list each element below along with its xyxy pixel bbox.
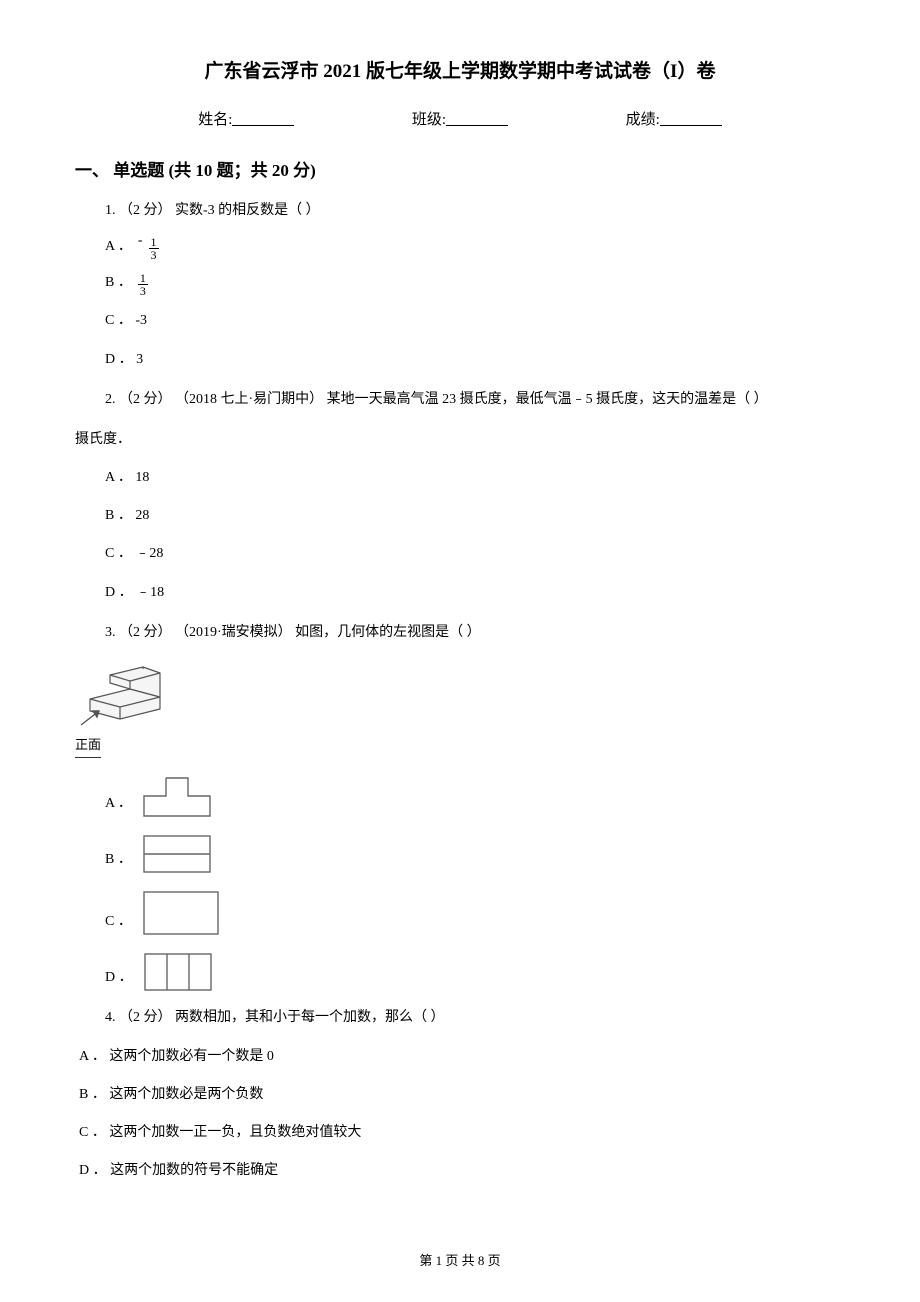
question-2: 2. （2 分） （2018 七上·易门期中） 某地一天最高气温 23 摄氏度，…	[105, 384, 845, 416]
q2-option-b: B ． 28	[105, 500, 845, 532]
page-footer: 第 1 页 共 8 页	[0, 1249, 920, 1272]
q3-figure-block: 正面	[75, 659, 845, 758]
option-label: A ．	[105, 788, 132, 820]
q4-stem: 4. （2 分） 两数相加，其和小于每一个加数，那么（ ）	[105, 1002, 845, 1034]
option-label: A ．	[105, 231, 132, 263]
class-blank[interactable]	[446, 111, 508, 126]
q1-option-a: A ． -13	[105, 231, 845, 263]
split-rect-h-icon	[138, 830, 216, 876]
q1-stem: 1. （2 分） 实数-3 的相反数是（ ）	[105, 195, 845, 227]
q3-option-b: B ．	[105, 830, 845, 876]
option-label: C ．	[105, 906, 132, 938]
name-blank[interactable]	[232, 111, 294, 126]
fraction-icon: 13	[138, 272, 148, 297]
option-label: B ．	[105, 844, 132, 876]
option-label: D ．	[105, 962, 133, 994]
front-face-label: 正面	[75, 733, 101, 758]
q4-option-a: A ． 这两个加数必有一个数是 0	[79, 1041, 845, 1073]
q3-option-c: C ．	[105, 886, 845, 938]
t-shape-icon	[138, 772, 216, 820]
score-blank[interactable]	[660, 111, 722, 126]
question-3-options: A ． B ． C ． D ．	[105, 772, 845, 994]
rect-icon	[138, 886, 223, 938]
page-title: 广东省云浮市 2021 版七年级上学期数学期中考试试卷（I）卷	[75, 55, 845, 89]
q2-option-d: D ． ﹣18	[105, 577, 845, 609]
q2-stem-1: 2. （2 分） （2018 七上·易门期中） 某地一天最高气温 23 摄氏度，…	[105, 384, 845, 416]
q4-option-b: B ． 这两个加数必是两个负数	[79, 1079, 845, 1111]
section-heading-1: 一、 单选题 (共 10 题；共 20 分)	[75, 156, 845, 187]
option-label: B ．	[105, 267, 132, 299]
q2-option-a: A ． 18	[105, 462, 845, 494]
q1-option-b: B ． 13	[105, 267, 845, 299]
q2-stem-2: 摄氏度．	[75, 424, 845, 456]
class-label: 班级:	[412, 112, 446, 128]
question-4: 4. （2 分） 两数相加，其和小于每一个加数，那么（ ） A ． 这两个加数必…	[105, 1002, 845, 1187]
student-info-row: 姓名: 班级: 成绩:	[75, 107, 845, 134]
q4-option-d: D ． 这两个加数的符号不能确定	[79, 1155, 845, 1187]
split-rect-v-icon	[139, 948, 217, 994]
q3-option-a: A ．	[105, 772, 845, 820]
question-3: 3. （2 分） （2019·瑞安模拟） 如图，几何体的左视图是（ ）	[105, 617, 845, 649]
fraction-icon: 13	[149, 236, 159, 261]
question-1: 1. （2 分） 实数-3 的相反数是（ ） A ． -13 B ． 13 C …	[105, 195, 845, 376]
q2-option-c: C ． ﹣28	[105, 538, 845, 570]
question-2-options: A ． 18 B ． 28 C ． ﹣28 D ． ﹣18	[105, 462, 845, 609]
iso-3d-solid-icon	[75, 659, 170, 729]
score-label: 成绩:	[626, 112, 660, 128]
q3-stem: 3. （2 分） （2019·瑞安模拟） 如图，几何体的左视图是（ ）	[105, 617, 845, 649]
q4-option-c: C ． 这两个加数一正一负，且负数绝对值较大	[79, 1117, 845, 1149]
q1-option-c: C ． -3	[105, 305, 845, 337]
minus-sign: -	[138, 225, 143, 257]
q1-option-d: D ． 3	[105, 344, 845, 376]
name-label: 姓名:	[198, 112, 232, 128]
q3-option-d: D ．	[105, 948, 845, 994]
